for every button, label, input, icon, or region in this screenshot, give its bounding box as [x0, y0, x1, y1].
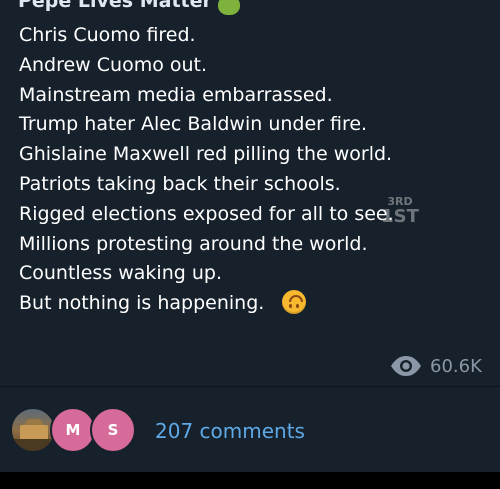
- message-line: Countless waking up.: [19, 262, 222, 285]
- channel-name[interactable]: Pepe Lives Matter: [18, 0, 240, 16]
- message-line: Ghislaine Maxwell red pilling the world.: [19, 143, 393, 166]
- view-count: 60.6K: [390, 352, 482, 380]
- message-text: Chris Cuomo fired. Andrew Cuomo out. Mai…: [19, 21, 394, 319]
- message-line: Rigged elections exposed for all to see.: [19, 202, 394, 225]
- message-line: Trump hater Alec Baldwin under fire.: [19, 113, 368, 136]
- comments-link[interactable]: 207 comments: [155, 416, 305, 446]
- screen: Pepe Lives Matter Chris Cuomo fired. And…: [0, 0, 500, 489]
- view-count-text: 60.6K: [430, 355, 482, 377]
- message-line: Patriots taking back their schools.: [19, 172, 341, 195]
- channel-message[interactable]: Pepe Lives Matter Chris Cuomo fired. And…: [0, 0, 500, 386]
- comments-bar[interactable]: M S 207 comments: [0, 387, 500, 472]
- channel-name-text: Pepe Lives Matter: [18, 0, 212, 12]
- message-line: Andrew Cuomo out.: [19, 53, 208, 76]
- message-line: Millions protesting around the world.: [19, 232, 368, 255]
- avatar-letter: M: [65, 421, 81, 439]
- message-line: Mainstream media embarrassed.: [19, 83, 333, 106]
- commenter-avatars: M S: [10, 407, 140, 455]
- avatar-s: S: [90, 407, 136, 453]
- eye-icon: [391, 356, 421, 376]
- message-line-last: But nothing is happening.: [19, 289, 394, 319]
- frog-emoji-icon: [217, 0, 240, 15]
- upside-down-face-emoji-icon: [282, 290, 307, 315]
- bottom-bar: [0, 472, 500, 489]
- avatar-letter: S: [107, 421, 119, 439]
- message-line: Chris Cuomo fired.: [19, 24, 196, 46]
- message-line-text: But nothing is happening.: [19, 292, 265, 315]
